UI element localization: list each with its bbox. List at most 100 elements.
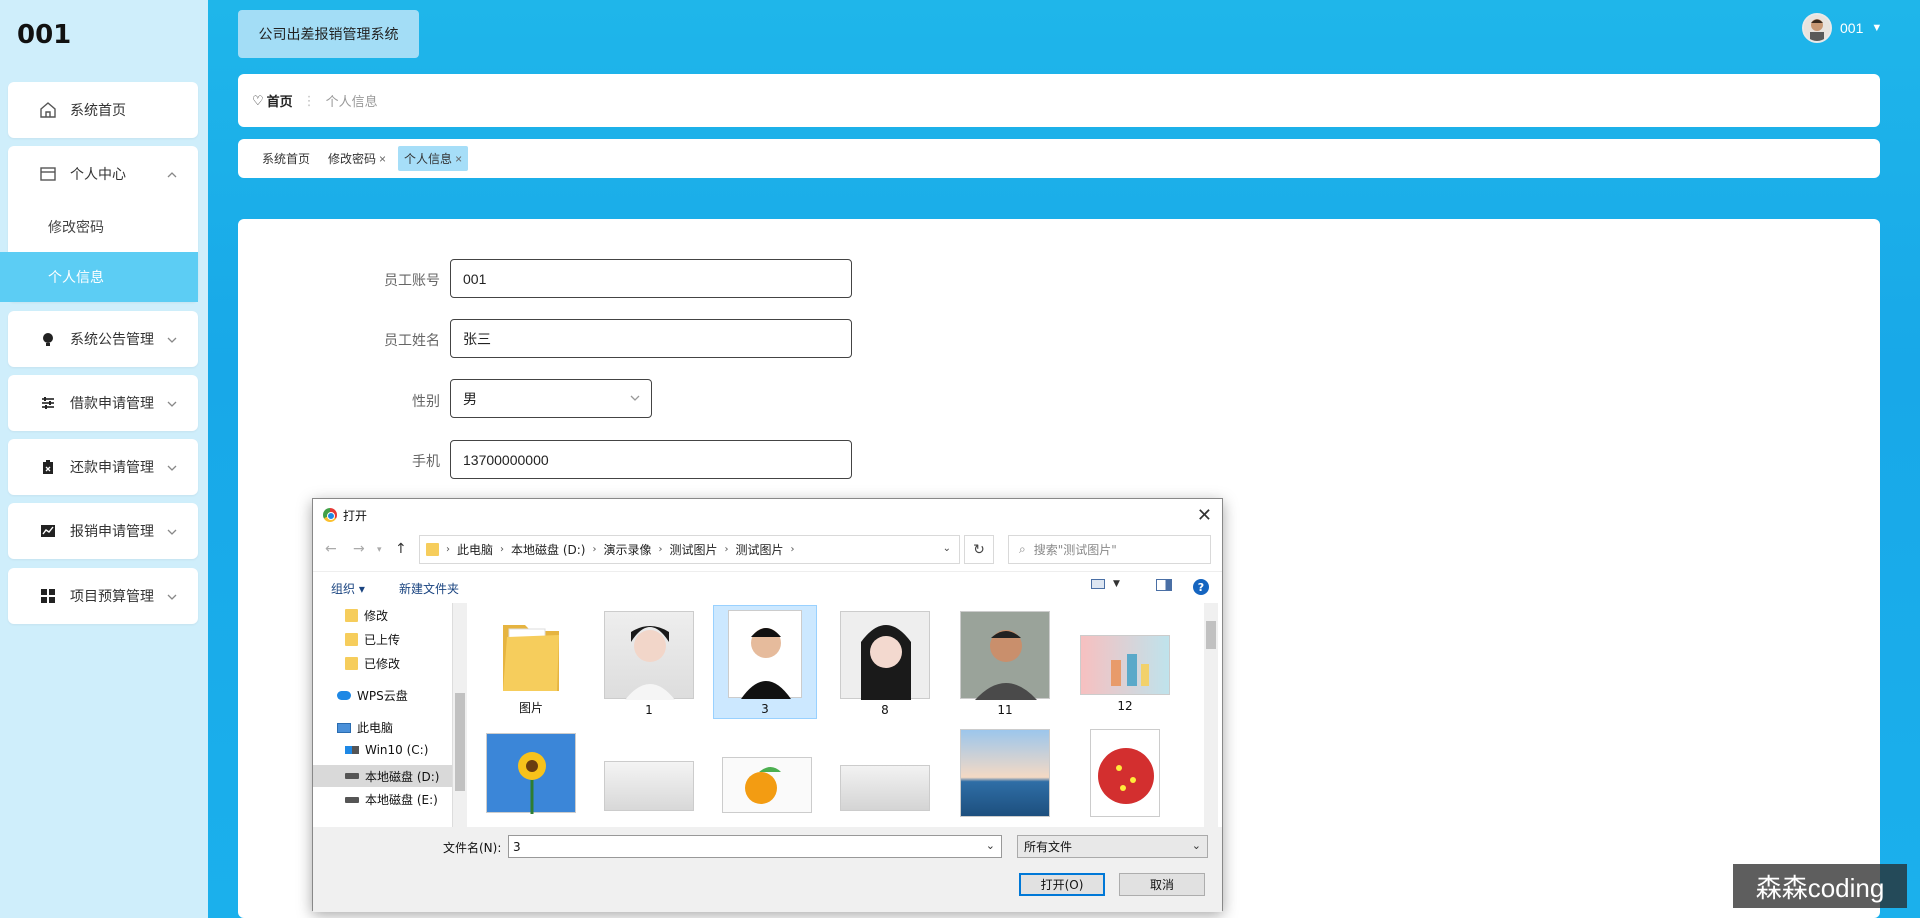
menu-item-repayment[interactable]: 还款申请管理 [8,439,198,495]
close-icon[interactable]: × [379,152,386,166]
tree-item[interactable]: WPS云盘 [337,687,408,704]
name-value: 张三 [463,330,491,347]
submenu-personal-info[interactable]: 个人信息 [0,252,198,302]
file-item[interactable] [597,729,701,827]
menu-label: 借款申请管理 [70,395,154,411]
file-item[interactable]: 图片 [479,607,583,717]
file-open-dialog: 打开 ✕ ← → ▾ ↑ › 此电脑 › 本地磁盘 (D:) › 演示录像 › … [312,498,1223,912]
path-segment[interactable]: 此电脑 [457,541,493,558]
tab-label: 个人信息 [404,152,453,166]
chevron-right-icon: › [724,544,729,555]
folder-icon [499,611,563,695]
tree-item[interactable]: 本地磁盘 (E:) [345,791,438,808]
tree-item[interactable]: 修改 [345,607,388,624]
filetype-select[interactable]: 所有文件 ⌄ [1017,835,1208,858]
file-item[interactable]: 12 [1073,607,1177,717]
user-menu[interactable]: 001 ▼ [1802,13,1882,43]
tree-scrollbar[interactable] [453,603,467,827]
chevron-down-icon[interactable]: ⌄ [943,543,951,554]
new-folder-button[interactable]: 新建文件夹 [399,580,459,597]
path-segment[interactable]: 测试图片 [670,541,718,558]
close-icon[interactable]: × [455,152,462,166]
breadcrumb-current: 个人信息 [325,94,378,109]
help-icon[interactable]: ? [1193,579,1209,595]
tree-label: WPS云盘 [357,689,408,703]
gender-value: 男 [463,390,477,407]
file-item[interactable] [833,729,937,827]
chevron-right-icon: › [592,544,597,555]
file-item[interactable]: 1 [597,607,701,717]
cloud-icon [337,691,351,700]
file-item[interactable]: 8 [833,607,937,717]
preview-pane-icon[interactable] [1156,579,1172,591]
account-input[interactable]: 001 [450,259,852,298]
gender-label: 性别 [412,393,440,409]
tree-item[interactable]: 此电脑 [337,719,393,736]
organize-button[interactable]: 组织 ▾ [331,580,365,597]
file-item[interactable] [1073,725,1177,825]
photo-thumbnail [722,757,812,813]
tab-home[interactable]: 系统首页 [256,146,316,171]
caret-down-icon: ▼ [1113,579,1120,589]
menu-item-reimbursement[interactable]: 报销申请管理 [8,503,198,559]
chevron-right-icon: › [658,544,663,555]
menu-item-budget[interactable]: 项目预算管理 [8,568,198,624]
back-arrow-icon[interactable]: ← [325,541,337,557]
dialog-title: 打开 [343,508,368,523]
tab-label: 修改密码 [328,152,377,166]
path-segment[interactable]: 演示录像 [603,541,651,558]
chrome-icon [323,508,337,522]
refresh-button[interactable]: ↻ [964,535,994,564]
file-item[interactable] [953,725,1057,825]
tree-label: 已上传 [364,633,401,647]
submenu-change-password[interactable]: 修改密码 [8,202,198,252]
tab-change-password[interactable]: 修改密码 × [322,146,392,171]
view-options[interactable]: ▼ [1091,579,1120,589]
address-bar[interactable]: › 此电脑 › 本地磁盘 (D:) › 演示录像 › 测试图片 › 测试图片 ›… [419,535,960,564]
folder-icon [426,543,439,556]
phone-input[interactable]: 13700000000 [450,440,852,479]
gender-select[interactable]: 男 [450,379,652,418]
photo-thumbnail [1080,635,1170,695]
tree-item[interactable]: 已上传 [345,631,400,648]
photo-thumbnail [840,611,930,700]
chevron-down-icon [166,461,178,473]
filename-input[interactable]: 3 ⌄ [508,835,1002,858]
tree-item[interactable]: 已修改 [345,655,400,672]
photo-thumbnail [728,610,802,699]
tab-personal-info[interactable]: 个人信息 × [398,146,469,171]
menu-item-home[interactable]: 系统首页 [8,82,198,138]
tree-item[interactable]: Win10 (C:) [345,743,428,757]
chevron-down-icon [166,590,178,602]
breadcrumb-home[interactable]: ♡ 首页 [252,91,293,110]
file-item[interactable] [715,729,819,827]
filename-value: 3 [513,839,521,854]
file-item[interactable] [479,729,583,827]
forward-arrow-icon[interactable]: → [353,541,365,557]
breadcrumb-separator-icon: ⋮ [302,92,316,108]
open-button[interactable]: 打开(O) [1019,873,1105,896]
file-item-selected[interactable]: 3 [713,605,817,719]
tree-item-selected[interactable]: 本地磁盘 (D:) [313,765,452,787]
file-grid-scrollbar[interactable] [1204,603,1218,827]
dialog-titlebar: 打开 [313,499,1222,531]
menu-item-loan[interactable]: 借款申请管理 [8,375,198,431]
chevron-down-icon[interactable]: ⌄ [986,839,995,852]
tree-label: Win10 (C:) [365,743,429,757]
menu-item-announcements[interactable]: 系统公告管理 [8,311,198,367]
menu-label: 系统公告管理 [70,331,154,347]
up-arrow-icon[interactable]: ↑ [395,541,407,557]
menu-item-personal-center[interactable]: 个人中心 [8,146,198,202]
tree-label: 此电脑 [357,721,394,735]
cancel-button[interactable]: 取消 [1119,873,1205,896]
file-item[interactable]: 11 [953,607,1057,717]
search-input[interactable]: ⌕ 搜索"测试图片" [1008,535,1211,564]
path-segment[interactable]: 本地磁盘 (D:) [511,541,585,558]
menu-label: 个人中心 [70,166,126,182]
close-icon[interactable]: ✕ [1197,505,1212,526]
photo-thumbnail [960,611,1050,700]
name-input[interactable]: 张三 [450,319,852,358]
path-segment[interactable]: 测试图片 [736,541,784,558]
recent-dropdown-icon[interactable]: ▾ [377,545,382,555]
file-label: 图片 [518,701,543,715]
